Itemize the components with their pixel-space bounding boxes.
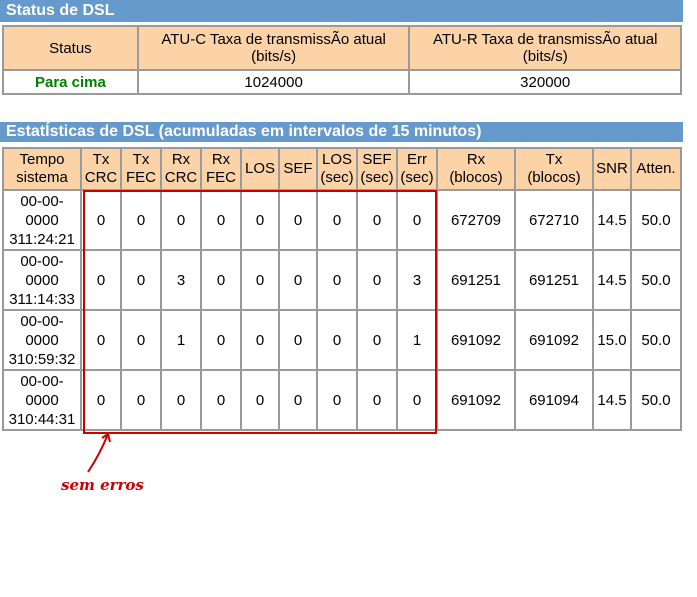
cell-atten: 50.0 — [631, 190, 681, 250]
header-tx-crc: Tx CRC — [81, 148, 121, 190]
dsl-status-table: Status ATU-C Taxa de transmissÃo atual (… — [2, 25, 682, 95]
atu-c-rate-header: ATU-C Taxa de transmissÃo atual (bits/s) — [137, 26, 410, 70]
cell-atten: 50.0 — [631, 250, 681, 310]
header-atten: Atten. — [631, 148, 681, 190]
dsl-status-title: Status de DSL — [0, 0, 683, 22]
dsl-stats-title: EstatÍsticas de DSL (acumuladas em inter… — [0, 122, 683, 142]
header-time: Tempo sistema — [3, 148, 81, 190]
header-los-sec: LOS (sec) — [317, 148, 357, 190]
atu-r-rate-header: ATU-R Taxa de transmissÃo atual (bits/s) — [409, 26, 681, 70]
atu-r-rate-value: 320000 — [409, 70, 681, 94]
cell-rx-blocks: 691092 — [437, 310, 515, 370]
cell-snr: 14.5 — [593, 250, 631, 310]
cell-snr: 14.5 — [593, 370, 631, 430]
cell-time: 00-00-0000 311:24:21 — [3, 190, 81, 250]
cell-rx-blocks: 672709 — [437, 190, 515, 250]
header-rx-fec: Rx FEC — [201, 148, 241, 190]
cell-rx-blocks: 691092 — [437, 370, 515, 430]
header-rx-blocks: Rx (blocos) — [437, 148, 515, 190]
cell-tx-blocks: 691092 — [515, 310, 593, 370]
cell-tx-blocks: 691094 — [515, 370, 593, 430]
cell-tx-blocks: 672710 — [515, 190, 593, 250]
highlight-box — [83, 190, 437, 434]
status-header: Status — [3, 26, 138, 70]
header-sef: SEF — [279, 148, 317, 190]
cell-rx-blocks: 691251 — [437, 250, 515, 310]
atu-c-rate-value: 1024000 — [137, 70, 410, 94]
cell-snr: 14.5 — [593, 190, 631, 250]
header-rx-crc: Rx CRC — [161, 148, 201, 190]
header-err-sec: Err (sec) — [397, 148, 437, 190]
header-tx-fec: Tx FEC — [121, 148, 161, 190]
cell-atten: 50.0 — [631, 370, 681, 430]
header-tx-blocks: Tx (blocos) — [515, 148, 593, 190]
status-value: Para cima — [3, 70, 138, 94]
cell-time: 00-00-0000 310:44:31 — [3, 370, 81, 430]
header-snr: SNR — [593, 148, 631, 190]
cell-snr: 15.0 — [593, 310, 631, 370]
annotation-label: sem erros — [61, 476, 144, 494]
cell-time: 00-00-0000 311:14:33 — [3, 250, 81, 310]
header-los: LOS — [241, 148, 279, 190]
cell-time: 00-00-0000 310:59:32 — [3, 310, 81, 370]
cell-tx-blocks: 691251 — [515, 250, 593, 310]
annotation-arrow-icon — [87, 432, 111, 473]
header-sef-sec: SEF (sec) — [357, 148, 397, 190]
cell-atten: 50.0 — [631, 310, 681, 370]
